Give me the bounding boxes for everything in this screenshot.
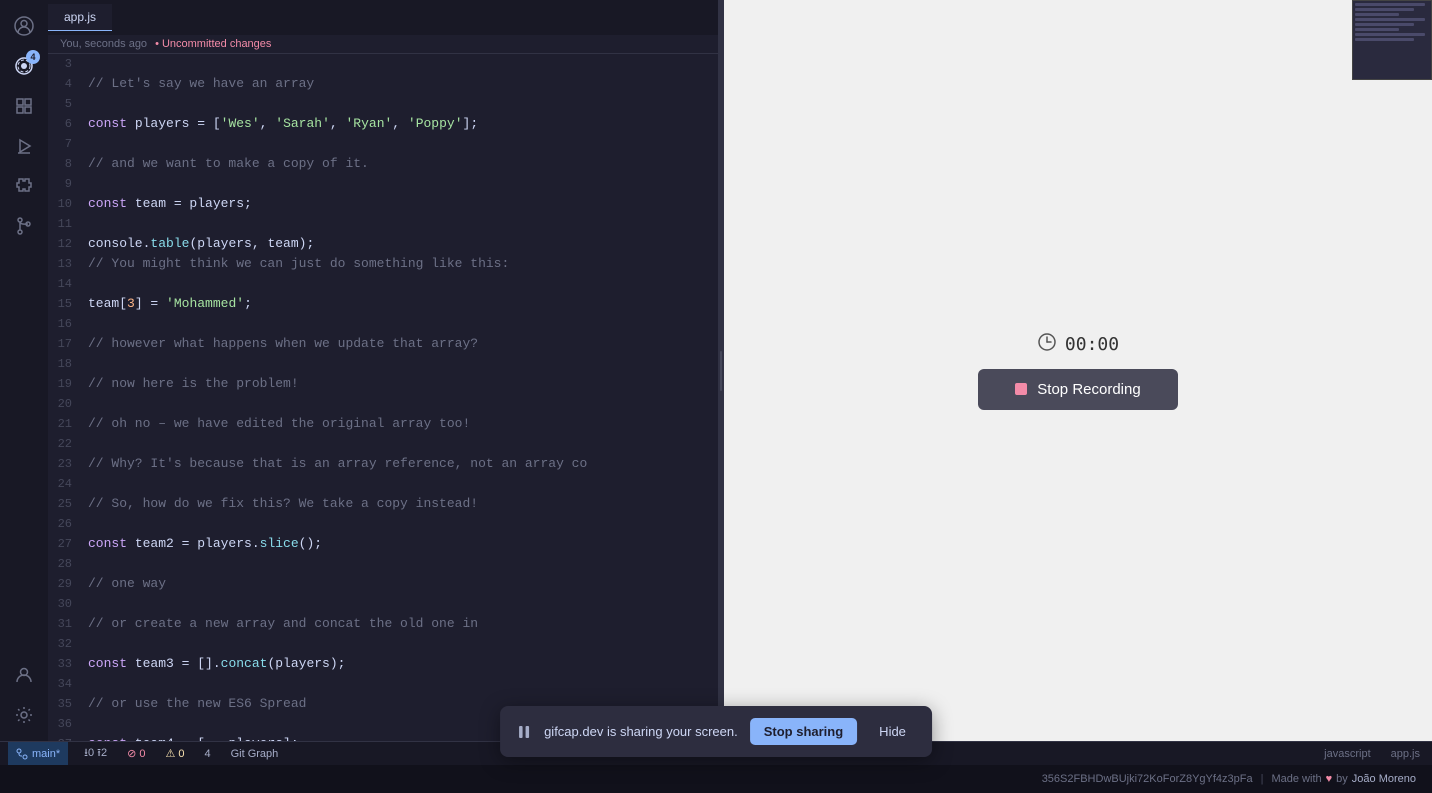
preview-panel: 00:00 Stop Recording	[724, 0, 1432, 741]
code-line-3: 3	[48, 54, 718, 74]
breadcrumb-author: You, seconds ago	[60, 38, 147, 50]
code-line-23: 23 // Why? It's because that is an array…	[48, 454, 718, 474]
code-line-4: 4 // Let's say we have an array	[48, 74, 718, 94]
code-line-6: 6 const players = ['Wes', 'Sarah', 'Ryan…	[48, 114, 718, 134]
share-message: gifcap.dev is sharing your screen.	[544, 724, 738, 739]
tab-app-js[interactable]: app.js	[48, 4, 112, 31]
code-line-18: 18	[48, 354, 718, 374]
notification-icon[interactable]: 4	[6, 48, 42, 84]
code-line-15: 15 team[3] = 'Mohammed';	[48, 294, 718, 314]
code-line-19: 19 // now here is the problem!	[48, 374, 718, 394]
code-line-5: 5	[48, 94, 718, 114]
mini-line	[1355, 18, 1425, 21]
code-line-20: 20	[48, 394, 718, 414]
stop-sharing-button[interactable]: Stop sharing	[750, 718, 857, 745]
timer-display: 00:00	[1037, 332, 1119, 357]
timer-value: 00:00	[1065, 334, 1119, 355]
code-line-13: 13 // You might think we can just do som…	[48, 254, 718, 274]
pause-icon	[516, 724, 532, 740]
heart-icon: ♥	[1326, 773, 1333, 785]
filename-indicator[interactable]: app.js	[1387, 748, 1424, 760]
code-line-17: 17 // however what happens when we updat…	[48, 334, 718, 354]
code-line-14: 14	[48, 274, 718, 294]
screen-share-notification: gifcap.dev is sharing your screen. Stop …	[500, 706, 932, 757]
git-graph-button[interactable]: Git Graph	[227, 748, 283, 760]
code-line-8: 8 // and we want to make a copy of it.	[48, 154, 718, 174]
source-control-icon[interactable]	[6, 208, 42, 244]
by-label: by	[1336, 773, 1348, 785]
code-line-30: 30	[48, 594, 718, 614]
mini-line	[1355, 8, 1414, 11]
made-with-section: Made with ♥ by João Moreno	[1271, 773, 1416, 785]
git-graph-label: Git Graph	[231, 748, 279, 760]
branch-icon	[16, 748, 28, 760]
code-line-27: 27 const team2 = players.slice();	[48, 534, 718, 554]
settings-icon[interactable]	[6, 697, 42, 733]
made-with-label: Made with	[1271, 773, 1321, 785]
code-line-7: 7	[48, 134, 718, 154]
code-line-26: 26	[48, 514, 718, 534]
code-line-12: 12 console.table(players, team);	[48, 234, 718, 254]
clock-icon	[1037, 332, 1057, 357]
mini-line	[1355, 33, 1425, 36]
branch-name: main*	[32, 748, 60, 760]
editor-header: app.js	[48, 0, 718, 35]
status-right: javascript app.js	[1320, 748, 1424, 760]
mini-line	[1355, 38, 1414, 41]
language-label: javascript	[1324, 748, 1370, 760]
thumbnail-preview	[1352, 0, 1432, 80]
bottom-bar: 356S2FBHDwBUjki72KoForZ8YgYf4z3pFa | Mad…	[0, 765, 1432, 793]
code-line-31: 31 // or create a new array and concat t…	[48, 614, 718, 634]
stop-dot-icon	[1015, 383, 1027, 395]
code-line-10: 10 const team = players;	[48, 194, 718, 214]
account-icon[interactable]	[6, 657, 42, 693]
code-line-33: 33 const team3 = [].concat(players);	[48, 654, 718, 674]
breadcrumb-bar: You, seconds ago • Uncommitted changes	[48, 35, 718, 54]
hash-text: 356S2FBHDwBUjki72KoForZ8YgYf4z3pFa	[1042, 773, 1253, 785]
run-icon[interactable]	[6, 128, 42, 164]
activity-bar: 4	[0, 0, 48, 741]
info-count[interactable]: 4	[200, 748, 214, 760]
code-line-22: 22	[48, 434, 718, 454]
code-line-9: 9	[48, 174, 718, 194]
stop-recording-label: Stop Recording	[1037, 381, 1140, 398]
warning-count[interactable]: ⚠ 0	[161, 747, 188, 760]
mini-line	[1355, 3, 1425, 6]
code-line-28: 28	[48, 554, 718, 574]
error-count[interactable]: ⊘ 0	[123, 747, 149, 760]
code-line-32: 32	[48, 634, 718, 654]
code-line-11: 11	[48, 214, 718, 234]
filename-label: app.js	[1391, 748, 1420, 760]
extensions-icon[interactable]	[6, 168, 42, 204]
branch-indicator[interactable]: main*	[8, 742, 68, 766]
code-content[interactable]: 3 4 // Let's say we have an array 5 6 co…	[48, 54, 718, 741]
code-line-24: 24	[48, 474, 718, 494]
hide-notification-button[interactable]: Hide	[869, 718, 916, 745]
uncommitted-indicator: • Uncommitted changes	[155, 38, 271, 50]
mini-line	[1355, 23, 1414, 26]
sync-label: ⭳0 ⭱2	[84, 744, 107, 763]
author-name: João Moreno	[1352, 773, 1416, 785]
explorer-icon[interactable]	[6, 88, 42, 124]
editor-area: app.js You, seconds ago • Uncommitted ch…	[48, 0, 1432, 741]
code-line-21: 21 // oh no – we have edited the origina…	[48, 414, 718, 434]
mini-line	[1355, 13, 1399, 16]
code-line-29: 29 // one way	[48, 574, 718, 594]
avatar-icon[interactable]	[6, 8, 42, 44]
mini-line	[1355, 28, 1399, 31]
code-line-16: 16	[48, 314, 718, 334]
status-left: main* ⭳0 ⭱2 ⊘ 0 ⚠ 0 4 Git Graph	[8, 742, 282, 766]
stop-recording-button[interactable]: Stop Recording	[978, 369, 1178, 410]
language-indicator[interactable]: javascript	[1320, 748, 1374, 760]
notification-badge: 4	[26, 50, 40, 64]
activity-bar-bottom	[6, 657, 42, 741]
tab-label: app.js	[64, 10, 96, 24]
sync-indicator[interactable]: ⭳0 ⭱2	[80, 744, 111, 763]
recording-controls: 00:00 Stop Recording	[978, 332, 1178, 410]
code-line-34: 34	[48, 674, 718, 694]
code-line-25: 25 // So, how do we fix this? We take a …	[48, 494, 718, 514]
code-panel: app.js You, seconds ago • Uncommitted ch…	[48, 0, 718, 741]
